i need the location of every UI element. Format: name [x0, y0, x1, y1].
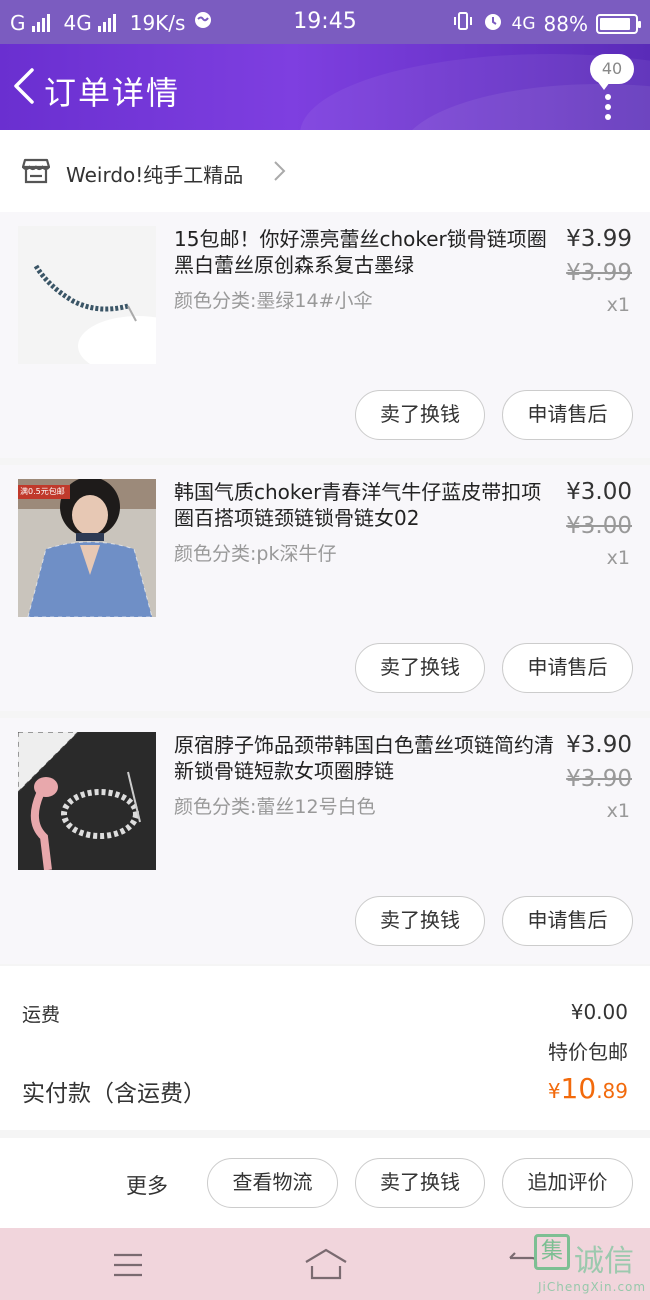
network-right: 4G	[511, 13, 536, 34]
product-price: ¥3.00	[566, 479, 632, 505]
more-menu-button[interactable]: 40	[590, 54, 634, 124]
product-sku: 颜色分类:墨绿14#小伞	[174, 290, 373, 312]
order-summary: 运费 ¥0.00 特价包邮 实付款（含运费） ¥10.89	[0, 966, 650, 1130]
vibrate-icon	[452, 10, 474, 37]
paid-integer: 10	[560, 1072, 597, 1105]
store-icon	[21, 158, 51, 188]
shipping-value: ¥0.00	[570, 1000, 628, 1024]
product-sku: 颜色分类:pk深牛仔	[174, 543, 337, 565]
watermark-logo: 集	[534, 1234, 570, 1270]
aftersale-button[interactable]: 申请售后	[502, 390, 633, 440]
paid-amount: ¥10.89	[548, 1072, 628, 1105]
back-button[interactable]	[10, 66, 40, 106]
original-price: ¥3.90	[566, 766, 632, 792]
shop-name: Weirdo!纯手工精品	[66, 163, 244, 187]
chevron-left-icon	[14, 68, 34, 104]
system-nav-bar: 集 诚信 JiChengXin.com	[0, 1228, 650, 1300]
original-price: ¥3.99	[566, 260, 632, 286]
view-logistics-button[interactable]: 查看物流	[207, 1158, 338, 1208]
more-dots-icon	[605, 94, 613, 124]
aftersale-button[interactable]: 申请售后	[502, 643, 633, 693]
watermark-text: 诚信	[574, 1244, 634, 1279]
home-icon[interactable]	[304, 1248, 348, 1284]
thumb-tag: 满0.5元包邮	[20, 487, 65, 496]
add-review-button[interactable]: 追加评价	[502, 1158, 633, 1208]
aftersale-button[interactable]: 申请售后	[502, 896, 633, 946]
status-bar: G 4G 19K/s 19:45 4G 88%	[0, 0, 650, 44]
original-price: ¥3.00	[566, 513, 632, 539]
product-sku: 颜色分类:蕾丝12号白色	[174, 796, 376, 818]
paid-currency: ¥	[547, 1079, 561, 1103]
product-title[interactable]: 原宿脖子饰品颈带韩国白色蕾丝项链简约清新锁骨链短款女项圈脖链	[174, 732, 554, 784]
model-photo-icon	[18, 479, 156, 617]
product-title[interactable]: 韩国气质choker青春洋气牛仔蓝皮带扣项圈百搭项链颈链锁骨链女02	[174, 479, 554, 531]
app-header: 订单详情 40	[0, 44, 650, 130]
sell-button[interactable]: 卖了换钱	[355, 643, 485, 693]
order-item[interactable]: 满0.5元包邮 韩国气质choker青春洋气牛仔蓝皮带扣项圈百搭项链颈链锁骨链女…	[0, 465, 650, 711]
watermark: 集 诚信 JiChengXin.com	[532, 1228, 650, 1300]
sell-button[interactable]: 卖了换钱	[355, 896, 485, 946]
order-item[interactable]: 15包邮！你好漂亮蕾丝choker锁骨链项圈黑白蕾丝原创森系复古墨绿 颜色分类:…	[0, 212, 650, 458]
paid-label: 实付款（含运费）	[22, 1081, 206, 1107]
battery-fill	[600, 17, 630, 30]
sell-button[interactable]: 卖了换钱	[355, 1158, 485, 1208]
necklace-image-icon	[18, 226, 156, 364]
quantity: x1	[606, 294, 630, 316]
sell-button[interactable]: 卖了换钱	[355, 390, 485, 440]
menu-icon[interactable]	[112, 1252, 144, 1282]
battery-percent: 88%	[543, 11, 588, 36]
alarm-icon	[482, 10, 504, 37]
paid-decimal: .89	[596, 1079, 628, 1103]
quantity: x1	[606, 547, 630, 569]
action-bar: 更多 查看物流 卖了换钱 追加评价	[0, 1138, 650, 1228]
lace-choker-photo-icon	[18, 732, 156, 870]
quantity: x1	[606, 800, 630, 822]
product-price: ¥3.99	[566, 226, 632, 252]
more-link[interactable]: 更多	[126, 1170, 168, 1200]
product-price: ¥3.90	[566, 732, 632, 758]
status-right: 4G 88%	[452, 10, 641, 37]
product-image[interactable]	[18, 226, 156, 364]
battery-icon	[596, 13, 641, 34]
shipping-label: 运费	[22, 1004, 61, 1026]
shop-row[interactable]: Weirdo!纯手工精品	[0, 130, 650, 212]
watermark-url: JiChengXin.com	[538, 1280, 647, 1294]
product-title[interactable]: 15包邮！你好漂亮蕾丝choker锁骨链项圈黑白蕾丝原创森系复古墨绿	[174, 226, 554, 278]
product-image[interactable]: 满0.5元包邮	[18, 479, 156, 617]
shipping-promo: 特价包邮	[548, 1040, 628, 1064]
order-item[interactable]: 原宿脖子饰品颈带韩国白色蕾丝项链简约清新锁骨链短款女项圈脖链 颜色分类:蕾丝12…	[0, 718, 650, 964]
chevron-right-icon	[272, 160, 286, 186]
page-title: 订单详情	[44, 74, 181, 112]
message-badge: 40	[590, 54, 634, 90]
product-image[interactable]	[18, 732, 156, 870]
